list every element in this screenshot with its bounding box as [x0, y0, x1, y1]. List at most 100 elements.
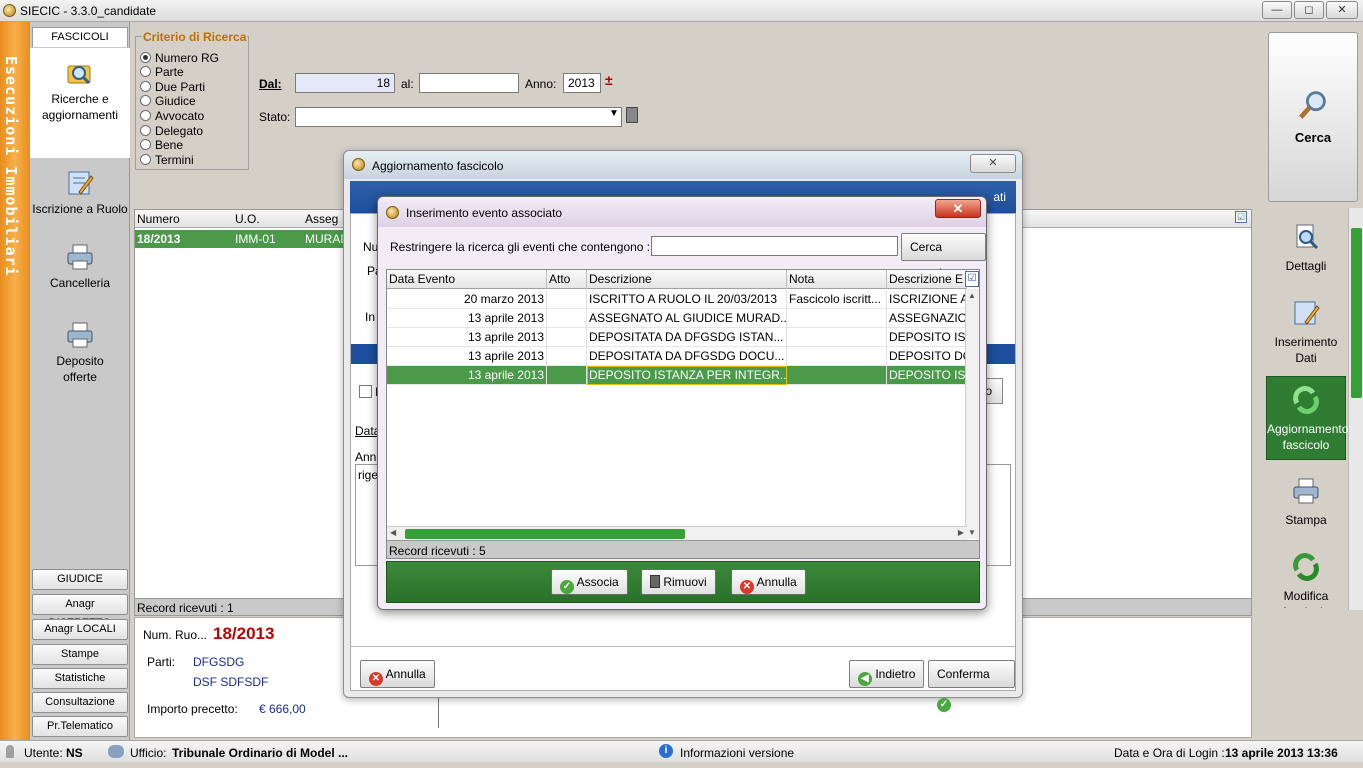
nav-item-cancelleria[interactable]: Cancelleria	[30, 242, 130, 291]
annulla-button[interactable]: ✕ Annulla	[731, 569, 806, 595]
cell-data: 20 marzo 2013	[387, 290, 547, 309]
cancel-icon: ✕	[369, 672, 383, 686]
action-label: Dettagli	[1285, 259, 1327, 273]
action-inserimento-dati[interactable]: Inserimento Dati	[1266, 298, 1346, 366]
table-row[interactable]: 13 aprile 2013 DEPOSITATA DA DFGSDG ISTA…	[387, 328, 967, 347]
nav-item-iscrizione[interactable]: Iscrizione a Ruolo	[30, 168, 130, 217]
radio-avvocato[interactable]: Avvocato	[140, 110, 204, 123]
nav-item-label: Cancelleria	[49, 276, 111, 290]
nav-button-anagr-distretto[interactable]: Anagr DISTRETTO	[32, 594, 128, 629]
radio-termini[interactable]: Termini	[140, 154, 194, 167]
action-dettagli[interactable]: Dettagli	[1266, 222, 1346, 274]
nav-item-deposito[interactable]: Deposito offerte	[30, 320, 130, 385]
info-icon[interactable]: i	[659, 744, 673, 758]
column-chooser-icon[interactable]: ☑	[965, 271, 979, 287]
radio-label: Numero RG	[155, 51, 220, 65]
table-hscroll[interactable]: ◀ ▶	[387, 526, 967, 540]
filter-input[interactable]	[651, 236, 898, 256]
trash-icon[interactable]	[626, 107, 638, 123]
table-row[interactable]: 13 aprile 2013 ASSEGNATO AL GIUDICE MURA…	[387, 309, 967, 328]
minimize-button[interactable]: —	[1262, 1, 1292, 19]
associa-button[interactable]: ✓ Associa	[551, 569, 628, 595]
maximize-button[interactable]: ◻	[1294, 1, 1324, 19]
radio-due-parti[interactable]: Due Parti	[140, 81, 205, 94]
ufficio-label: Ufficio:	[130, 746, 167, 760]
close-icon[interactable]: ✕	[935, 199, 981, 218]
radio-label: Delegato	[155, 124, 204, 138]
nav-button-statistiche[interactable]: Statistiche	[32, 668, 128, 689]
cerca-button[interactable]: Cerca	[1268, 32, 1358, 202]
action-label: Stampa	[1285, 513, 1327, 527]
dialog-title: Inserimento evento associato	[406, 206, 563, 220]
conferma-button[interactable]: Conferma ✓	[928, 660, 1015, 712]
annulla-button[interactable]: ✕ Annulla	[360, 660, 435, 688]
rimuovi-button[interactable]: Rimuovi	[641, 569, 716, 595]
col-nota[interactable]: Nota	[787, 270, 887, 289]
indietro-button[interactable]: ◀ Indietro	[849, 660, 925, 688]
grid-col-uo[interactable]: U.O.	[235, 212, 260, 226]
button-label: Annulla	[756, 575, 797, 589]
radio-bene[interactable]: Bene	[140, 139, 183, 152]
action-modifica[interactable]: Modifica fascicolo	[1266, 552, 1346, 608]
chevron-right-icon[interactable]: ▶	[958, 528, 964, 537]
chevron-left-icon[interactable]: ◀	[390, 528, 396, 537]
table-vscroll[interactable]: ▲ ▼	[965, 289, 979, 539]
radio-giudice[interactable]: Giudice	[140, 95, 196, 108]
scroll-thumb[interactable]	[1351, 228, 1362, 398]
num-ruolo-label: Num. Ruo...	[143, 628, 208, 642]
records-bar: Record ricevuti : 5	[387, 540, 979, 558]
right-scrollbar[interactable]	[1348, 208, 1363, 610]
close-button[interactable]: ✕	[1326, 1, 1358, 19]
column-chooser-icon[interactable]: ☑	[1235, 211, 1247, 223]
al-input[interactable]	[419, 73, 519, 93]
nav-button-pr-telematico[interactable]: Pr.Telematico	[32, 716, 128, 737]
anno-input[interactable]: 2013	[563, 73, 601, 93]
chevron-down-icon[interactable]: ▼	[609, 108, 619, 119]
nav-button-stampe[interactable]: Stampe	[32, 644, 128, 665]
grid-col-numero[interactable]: Numero	[137, 212, 180, 226]
action-stampa[interactable]: Stampa	[1266, 476, 1346, 528]
user-icon	[6, 745, 14, 758]
radio-delegato[interactable]: Delegato	[140, 125, 203, 138]
col-descrizione-e[interactable]: Descrizione E	[887, 270, 967, 289]
nav-item-label: Ricerche e aggiornamenti	[41, 92, 119, 122]
parte-item[interactable]: DSF SDFSDF	[193, 675, 268, 689]
table-row-selected[interactable]: 13 aprile 2013 DEPOSITO ISTANZA PER INTE…	[387, 366, 967, 385]
nav-item-ricerche[interactable]: Ricerche e aggiornamenti	[30, 48, 130, 158]
col-atto[interactable]: Atto	[547, 270, 587, 289]
cell-numero: 18/2013	[137, 232, 181, 246]
dal-input[interactable]: 18	[295, 73, 395, 93]
year-spin-icon[interactable]: ±	[605, 72, 613, 88]
table-row[interactable]: 20 marzo 2013 ISCRITTO A RUOLO IL 20/03/…	[387, 290, 967, 309]
tab-fascicoli[interactable]: FASCICOLI	[32, 27, 128, 47]
chevron-up-icon[interactable]: ▲	[968, 291, 976, 300]
col-descrizione[interactable]: Descrizione	[587, 270, 787, 289]
nav-button-anagr-locali[interactable]: Anagr LOCALI	[32, 619, 128, 640]
close-icon[interactable]: ✕	[970, 154, 1016, 173]
col-data-evento[interactable]: Data Evento	[387, 270, 547, 289]
cerca-eventi-button[interactable]: Cerca eventi	[901, 233, 986, 280]
action-aggiornamento[interactable]: Aggiornamento fascicolo	[1266, 376, 1348, 460]
cell-atto	[547, 328, 587, 347]
folder-search-icon	[67, 65, 91, 85]
printer-icon	[67, 322, 93, 348]
nav-button-giudice[interactable]: GIUDICE	[32, 569, 128, 590]
grid-col-asseg[interactable]: Asseg	[305, 212, 338, 226]
chevron-down-icon[interactable]: ▼	[968, 528, 976, 537]
checkbox[interactable]	[359, 385, 372, 398]
login-label: Data e Ora di Login :	[1114, 746, 1225, 760]
radio-numero-rg[interactable]: Numero RG	[140, 52, 219, 65]
cancel-icon: ✕	[740, 580, 754, 594]
radio-parte[interactable]: Parte	[140, 66, 184, 79]
table-row[interactable]: 18/2013 IMM-01 MURAD	[135, 230, 355, 248]
table-header: Data Evento Atto Descrizione Nota Descri…	[387, 270, 967, 289]
parte-item[interactable]: DFGSDG	[193, 655, 244, 669]
module-name: Esecuzioni Immobiliari	[2, 56, 20, 277]
radio-dot	[140, 81, 151, 92]
nav-button-consultazione[interactable]: Consultazione	[32, 692, 128, 713]
stato-select[interactable]	[295, 107, 622, 127]
info-link[interactable]: Informazioni versione	[680, 746, 794, 760]
hscroll-thumb[interactable]	[405, 529, 685, 539]
cerca-label: Cerca	[1294, 130, 1332, 145]
table-row[interactable]: 13 aprile 2013 DEPOSITATA DA DFGSDG DOCU…	[387, 347, 967, 366]
